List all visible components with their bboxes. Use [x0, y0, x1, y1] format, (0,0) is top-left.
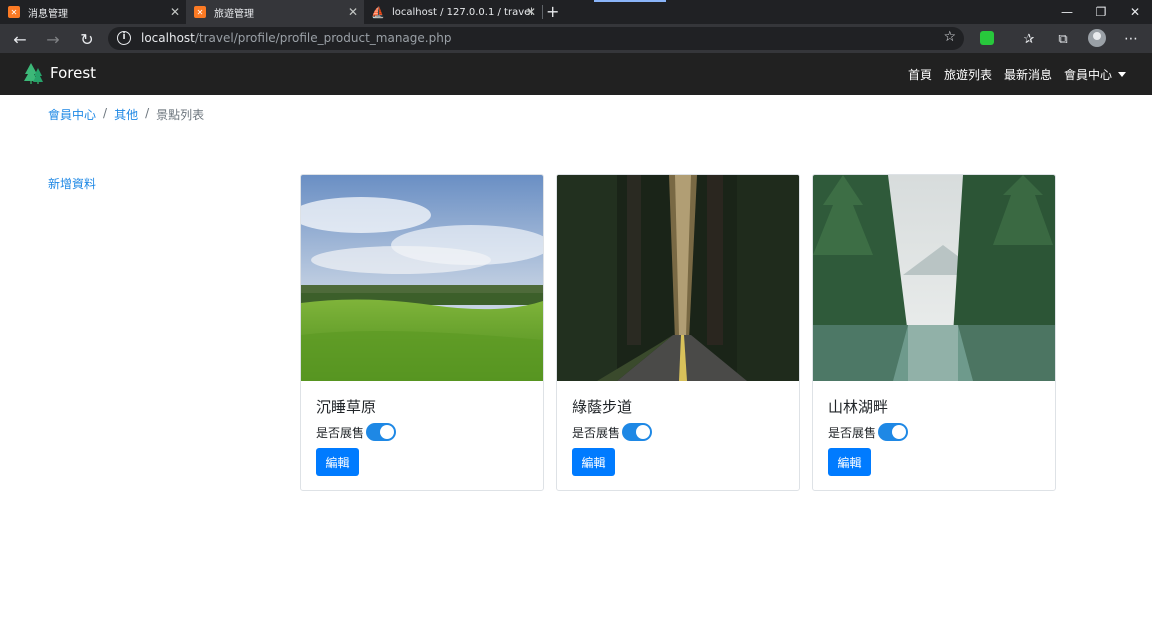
on-sale-label: 是否展售 [316, 425, 365, 440]
close-tab-icon[interactable]: ✕ [348, 4, 358, 20]
edit-button[interactable]: 編輯 [828, 448, 871, 476]
breadcrumb-other[interactable]: 其他 [114, 106, 138, 123]
card-title: 沉睡草原 [316, 398, 377, 416]
card-image-forest-lake [813, 175, 1055, 381]
browser-toolbar: ← → ↻ i localhost/travel/profile/profile… [0, 24, 1152, 53]
browser-tab[interactable]: ⛵ localhost / 127.0.0.1 / travel / tra ✕ [364, 0, 542, 24]
card-title: 山林湖畔 [828, 398, 889, 416]
collections-icon[interactable]: ⧉ [1052, 28, 1074, 50]
info-icon[interactable]: i [117, 31, 131, 45]
caret-down-icon [1118, 72, 1126, 77]
xampp-icon: ✕ [194, 6, 206, 18]
browser-tab[interactable]: ✕ 消息管理 ✕ [0, 0, 186, 24]
product-card: 沉睡草原 是否展售 編輯 [300, 174, 544, 491]
card-image-grassland [301, 175, 543, 381]
on-sale-label: 是否展售 [572, 425, 621, 440]
nav-travel-list[interactable]: 旅遊列表 [944, 66, 992, 83]
on-sale-toggle[interactable] [622, 423, 653, 441]
close-tab-icon[interactable]: ✕ [170, 4, 180, 20]
tab-title: 消息管理 [28, 8, 68, 20]
card-title: 綠蔭步道 [572, 398, 633, 416]
tab-title: localhost / 127.0.0.1 / travel / tra [392, 6, 532, 18]
nav-member-center-label: 會員中心 [1063, 68, 1112, 82]
nav-home[interactable]: 首頁 [908, 66, 932, 83]
minimize-icon[interactable]: — [1050, 0, 1084, 24]
breadcrumb-separator: / [103, 106, 108, 120]
back-icon[interactable]: ← [9, 28, 31, 50]
xampp-icon: ✕ [8, 6, 20, 18]
address-bar[interactable]: i localhost/travel/profile/profile_produ… [108, 27, 964, 50]
forward-icon[interactable]: → [42, 28, 64, 50]
reload-icon[interactable]: ↻ [76, 28, 98, 50]
toggle-knob [892, 425, 907, 439]
breadcrumb-current: 景點列表 [156, 108, 205, 122]
on-sale-label: 是否展售 [828, 425, 877, 440]
add-data-link[interactable]: 新增資料 [48, 175, 96, 192]
url-text[interactable]: localhost/travel/profile/profile_product… [141, 31, 451, 45]
toggle-knob [636, 425, 651, 439]
product-card: 綠蔭步道 是否展售 編輯 [556, 174, 800, 491]
profile-avatar-icon[interactable] [1088, 29, 1106, 47]
nav-member-center[interactable]: 會員中心 [1064, 66, 1126, 83]
breadcrumb: 會員中心 / 其他 / 景點列表 [48, 106, 204, 123]
maximize-icon[interactable]: ❐ [1084, 0, 1118, 24]
on-sale-toggle[interactable] [878, 423, 909, 441]
more-menu-icon[interactable]: ⋯ [1120, 28, 1142, 50]
edit-button[interactable]: 編輯 [572, 448, 615, 476]
extension-icon[interactable] [980, 31, 994, 45]
favorites-icon[interactable]: ✰ [1018, 28, 1040, 50]
product-card: 山林湖畔 是否展售 編輯 [812, 174, 1056, 491]
card-image-forest-path [557, 175, 799, 381]
close-tab-icon[interactable]: ✕ [526, 4, 536, 20]
new-tab-icon[interactable]: + [546, 2, 559, 22]
brand-logo[interactable]: Forest [24, 61, 96, 85]
browser-tab-active[interactable]: ✕ 旅遊管理 ✕ [186, 0, 364, 24]
bookmark-star-icon[interactable]: ☆ [943, 29, 956, 45]
site-navbar: Forest 首頁 旅遊列表 最新消息 會員中心 [0, 53, 1152, 95]
nav-news[interactable]: 最新消息 [1004, 66, 1052, 83]
phpmyadmin-icon: ⛵ [371, 5, 385, 19]
edit-button[interactable]: 編輯 [316, 448, 359, 476]
close-window-icon[interactable]: ✕ [1118, 0, 1152, 24]
loading-bar [594, 0, 666, 2]
toggle-knob [380, 425, 395, 439]
tab-divider [542, 5, 543, 19]
breadcrumb-separator: / [145, 106, 150, 120]
forest-trees-icon [24, 63, 43, 84]
breadcrumb-member-center[interactable]: 會員中心 [48, 106, 96, 123]
tab-title: 旅遊管理 [214, 8, 254, 20]
browser-tabstrip: ✕ 消息管理 ✕ ✕ 旅遊管理 ✕ ⛵ localhost / 127.0.0.… [0, 0, 1152, 24]
on-sale-toggle[interactable] [366, 423, 397, 441]
brand-name: Forest [50, 64, 97, 82]
